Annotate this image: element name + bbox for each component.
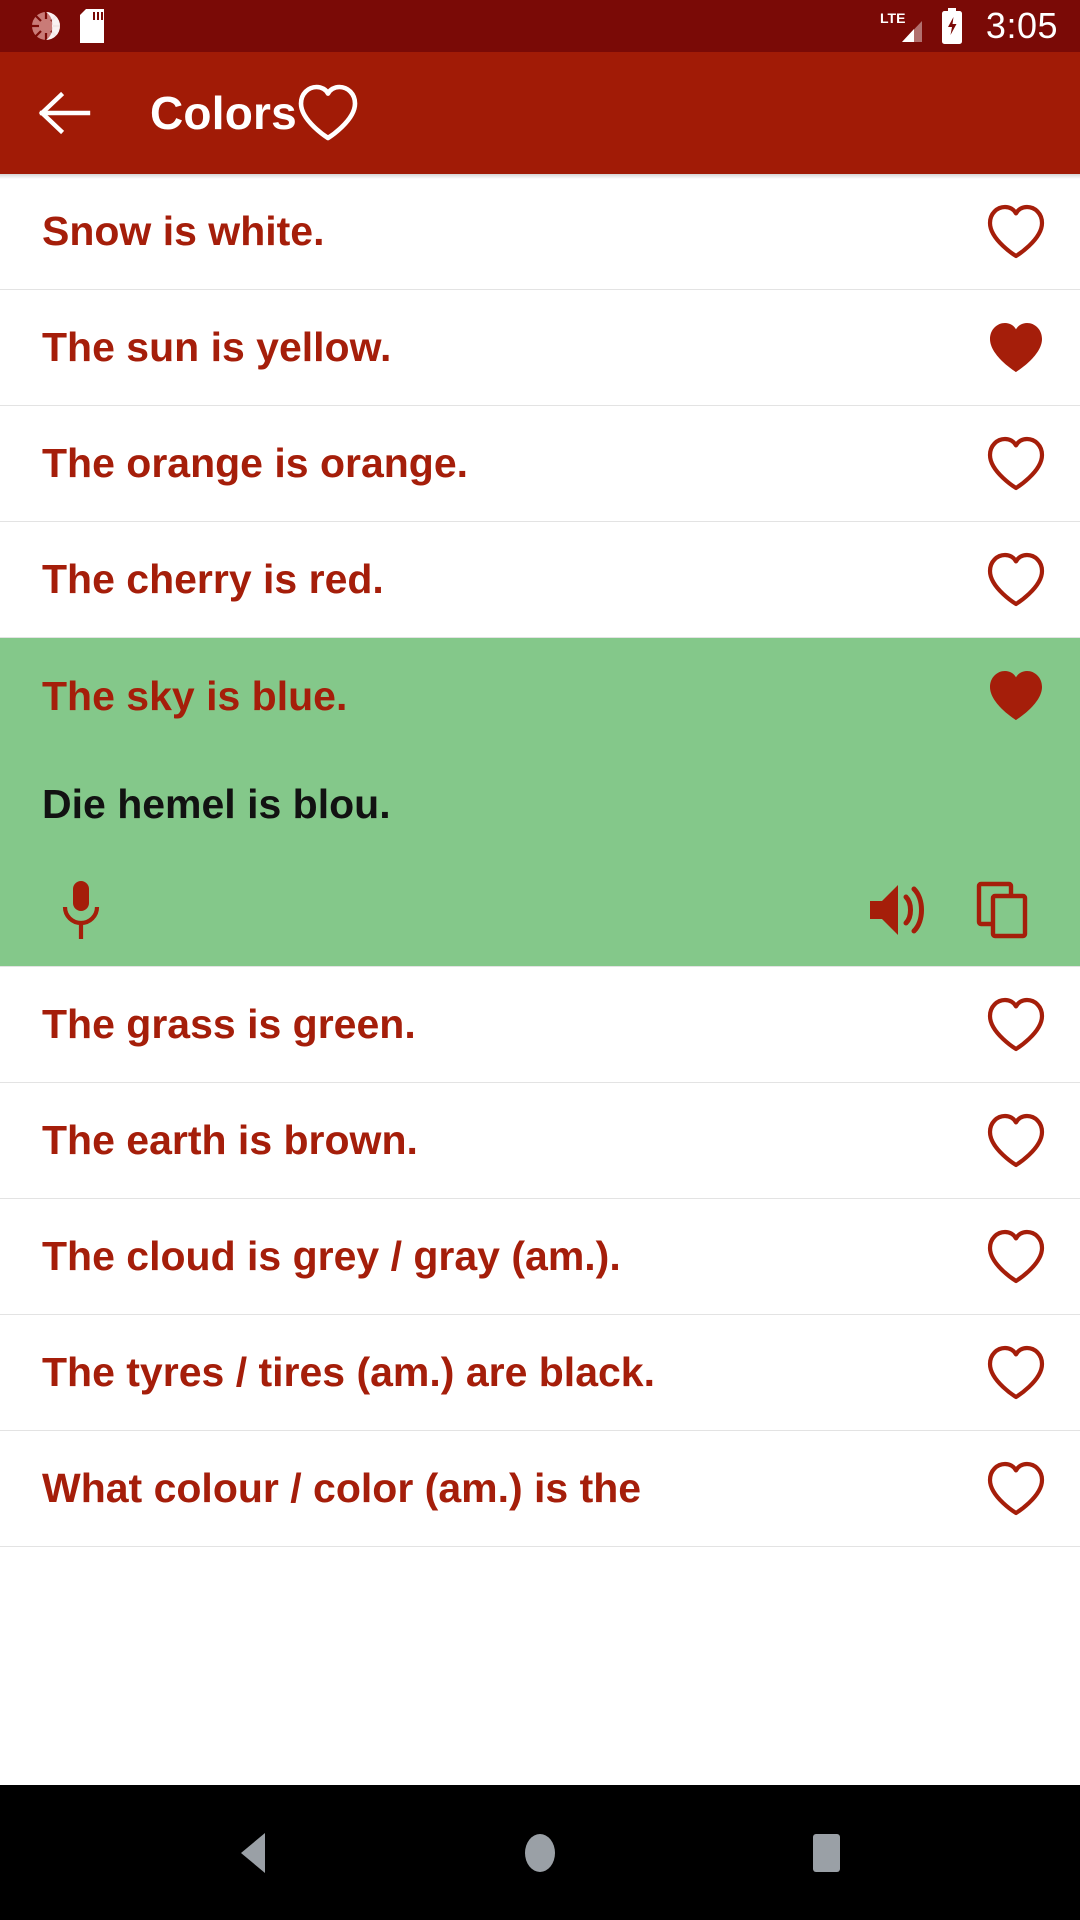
- list-item-expanded[interactable]: The sky is blue. Die hemel is blou.: [0, 638, 1080, 967]
- phrase-text: The sky is blue.: [42, 672, 348, 719]
- heart-outline-icon[interactable]: [986, 997, 1046, 1053]
- heart-outline-icon[interactable]: [986, 552, 1046, 608]
- heart-outline-icon[interactable]: [986, 1345, 1046, 1401]
- heart-outline-icon[interactable]: [986, 1113, 1046, 1169]
- status-bar-right-icons: LTE 3:05: [878, 8, 1058, 44]
- back-arrow-icon[interactable]: [38, 91, 92, 135]
- list-item[interactable]: The cherry is red.: [0, 522, 1080, 638]
- heart-outline-icon[interactable]: [986, 436, 1046, 492]
- phrase-text: Snow is white.: [42, 207, 325, 254]
- list-item[interactable]: The orange is orange.: [0, 406, 1080, 522]
- phrase-text: The sun is yellow.: [42, 323, 392, 370]
- app-bar: Colors: [0, 52, 1080, 174]
- phrase-list[interactable]: Snow is white. The sun is yellow. The or…: [0, 174, 1080, 1920]
- phrase-text: The grass is green.: [42, 1000, 416, 1047]
- translation-text: Die hemel is blou.: [42, 780, 391, 827]
- heart-outline-icon[interactable]: [986, 1229, 1046, 1285]
- heart-outline-icon[interactable]: [986, 1461, 1046, 1517]
- speaker-volume-icon[interactable]: [866, 881, 928, 939]
- screen-record-icon: [30, 10, 62, 42]
- system-navigation-bar: [0, 1785, 1080, 1920]
- lte-signal-icon: LTE: [878, 9, 924, 43]
- expanded-action-right: [866, 881, 1042, 939]
- phrase-text: What colour / color (am.) is the: [42, 1464, 642, 1511]
- list-item[interactable]: Snow is white.: [0, 174, 1080, 290]
- expanded-action-bar: [42, 854, 1046, 966]
- svg-text:LTE: LTE: [880, 10, 905, 26]
- microphone-icon[interactable]: [42, 879, 102, 941]
- status-bar: LTE 3:05: [0, 0, 1080, 52]
- list-item[interactable]: The tyres / tires (am.) are black.: [0, 1315, 1080, 1431]
- page-title: Colors: [150, 87, 297, 139]
- heart-filled-icon[interactable]: [986, 320, 1046, 376]
- list-item[interactable]: The earth is brown.: [0, 1083, 1080, 1199]
- nav-home-icon[interactable]: [480, 1813, 600, 1893]
- nav-back-icon[interactable]: [193, 1813, 313, 1893]
- phone-screen: LTE 3:05 Colors Snow is white. The sun i…: [0, 0, 1080, 1920]
- phrase-text: The orange is orange.: [42, 439, 469, 486]
- copy-icon[interactable]: [976, 881, 1042, 939]
- sd-card-icon: [80, 9, 104, 43]
- status-bar-left-icons: [30, 9, 104, 43]
- heart-filled-icon[interactable]: [986, 668, 1046, 724]
- phrase-text: The cherry is red.: [42, 555, 384, 602]
- favorite-heart-icon[interactable]: [297, 84, 359, 142]
- phrase-text: The cloud is grey / gray (am.).: [42, 1232, 621, 1279]
- list-item[interactable]: The grass is green.: [0, 967, 1080, 1083]
- phrase-text: The tyres / tires (am.) are black.: [42, 1348, 655, 1395]
- expanded-source-line: The sky is blue.: [42, 638, 1046, 754]
- list-item[interactable]: The sun is yellow.: [0, 290, 1080, 406]
- expanded-translation-line: Die hemel is blou.: [42, 754, 1046, 854]
- list-item[interactable]: The cloud is grey / gray (am.).: [0, 1199, 1080, 1315]
- battery-charging-icon: [940, 8, 964, 44]
- list-item[interactable]: What colour / color (am.) is the: [0, 1431, 1080, 1547]
- status-bar-clock: 3:05: [985, 5, 1058, 46]
- nav-recents-icon[interactable]: [767, 1813, 887, 1893]
- heart-outline-icon[interactable]: [986, 204, 1046, 260]
- phrase-text: The earth is brown.: [42, 1116, 418, 1163]
